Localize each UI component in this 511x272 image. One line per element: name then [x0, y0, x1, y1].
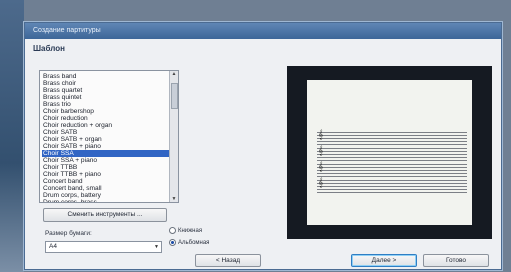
staff-line	[317, 141, 467, 142]
template-list-item[interactable]: Choir TTBB + piano	[42, 171, 178, 178]
staff-line	[317, 189, 467, 190]
treble-clef-icon: 𝄞	[318, 145, 324, 155]
staff-line	[317, 138, 467, 139]
template-list-item[interactable]: Choir SSA	[42, 150, 178, 157]
treble-clef-icon: 𝄞	[318, 161, 324, 171]
staff-line	[317, 135, 467, 136]
landscape-radio[interactable]: Альбомная	[169, 239, 209, 246]
window-title: Создание партитуры	[25, 23, 501, 39]
staff-line	[317, 176, 467, 177]
staff-line	[317, 160, 467, 161]
template-list-item[interactable]: Choir SATB + piano	[42, 143, 178, 150]
portrait-radio[interactable]: Книжная	[169, 227, 202, 234]
scroll-thumb[interactable]	[171, 83, 178, 109]
template-list-item[interactable]: Choir SATB + organ	[42, 136, 178, 143]
staff-line	[317, 148, 467, 149]
template-list-item[interactable]: Brass band	[42, 73, 178, 80]
landscape-label: Альбомная	[178, 240, 210, 247]
staff-line	[317, 151, 467, 152]
template-list-item[interactable]: Choir SATB	[42, 129, 178, 136]
next-button[interactable]: Далее >	[351, 254, 417, 267]
template-list-item[interactable]: Brass trio	[42, 101, 178, 108]
paper-size-label: Размер бумаги:	[45, 230, 92, 237]
staff-line	[317, 170, 467, 171]
template-preview: 𝄞 𝄞 𝄞 𝄞	[287, 66, 492, 239]
list-scrollbar[interactable]: ▲ ▼	[169, 71, 178, 202]
template-list[interactable]: Brass band Brass choir Brass quartet Brass …	[39, 70, 179, 203]
staff-line	[317, 164, 467, 165]
preview-page: 𝄞 𝄞 𝄞 𝄞	[307, 80, 472, 225]
treble-clef-icon: 𝄞	[318, 177, 324, 187]
staff-line	[317, 144, 467, 145]
template-list-item[interactable]: Concert band, small	[42, 185, 178, 192]
paper-size-value: A4	[49, 243, 57, 250]
new-score-dialog: Создание партитуры Шаблон Brass band Bras…	[24, 22, 502, 270]
staff-line	[317, 192, 467, 193]
template-list-item[interactable]: Drum corps, battery	[42, 192, 178, 199]
template-list-item[interactable]: Choir reduction + organ	[42, 122, 178, 129]
scroll-up-icon[interactable]: ▲	[171, 71, 177, 77]
template-list-item[interactable]: Choir barbershop	[42, 108, 178, 115]
template-list-item[interactable]: Brass choir	[42, 80, 178, 87]
staff-line	[317, 180, 467, 181]
portrait-label: Книжная	[178, 228, 203, 235]
staff-line	[317, 173, 467, 174]
staff-line	[317, 167, 467, 168]
preview-staff: 𝄞	[317, 177, 467, 195]
staff-line	[317, 157, 467, 158]
chevron-down-icon: ▼	[154, 244, 159, 250]
template-list-item[interactable]: Choir reduction	[42, 115, 178, 122]
template-list-item[interactable]: Brass quintet	[42, 94, 178, 101]
preview-staff: 𝄞	[317, 145, 467, 163]
finish-button[interactable]: Готово	[423, 254, 489, 267]
preview-staff: 𝄞	[317, 129, 467, 147]
staff-line	[317, 154, 467, 155]
back-button[interactable]: < Назад	[195, 254, 261, 267]
section-title: Шаблон	[33, 44, 65, 53]
paper-size-select[interactable]: A4 ▼	[45, 241, 162, 253]
desktop-background	[0, 0, 24, 272]
scroll-down-icon[interactable]: ▼	[171, 196, 177, 202]
landscape-radio-dot	[169, 239, 176, 246]
staff-line	[317, 186, 467, 187]
treble-clef-icon: 𝄞	[318, 129, 324, 139]
portrait-radio-dot	[169, 227, 176, 234]
staff-line	[317, 183, 467, 184]
template-list-item[interactable]: Choir TTBB	[42, 164, 178, 171]
change-instruments-button[interactable]: Сменить инструменты ...	[43, 208, 167, 222]
template-list-item[interactable]: Concert band	[42, 178, 178, 185]
template-list-item[interactable]: Choir SSA + piano	[42, 157, 178, 164]
template-list-item[interactable]: Drum corps, brass	[42, 199, 178, 202]
template-list-item[interactable]: Brass quartet	[42, 87, 178, 94]
staff-line	[317, 132, 467, 133]
preview-staff: 𝄞	[317, 161, 467, 179]
